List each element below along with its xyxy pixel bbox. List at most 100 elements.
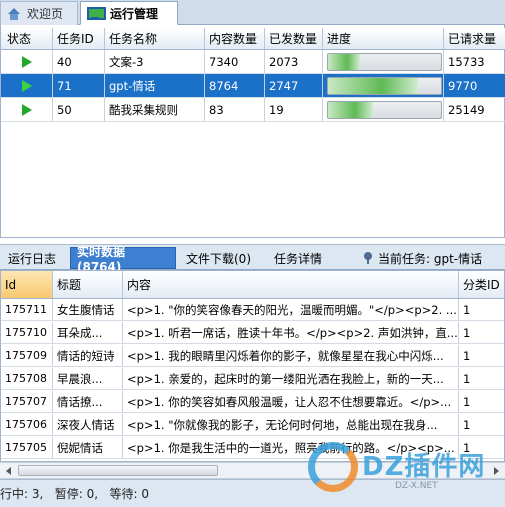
current-task-label: 当前任务: gpt-情话: [378, 251, 483, 266]
id-cell: 175710: [1, 322, 53, 343]
col-header-sent-count[interactable]: 已发数量: [265, 28, 323, 49]
category-cell: 1: [463, 394, 471, 409]
id-cell: 175709: [1, 345, 53, 366]
scrollbar-thumb[interactable]: [18, 465, 218, 476]
col-header-status[interactable]: 状态: [1, 28, 53, 49]
task-name-cell: gpt-情话: [105, 74, 205, 97]
col-header-category-id[interactable]: 分类ID: [459, 271, 504, 298]
category-cell: 1: [463, 371, 471, 386]
sent-count-cell: 2747: [265, 74, 323, 97]
task-id-cell: 40: [53, 50, 105, 73]
task-grid-header: 状态 任务ID 任务名称 内容数量 已发数量 进度 已请求量: [1, 28, 505, 50]
task-grid: 状态 任务ID 任务名称 内容数量 已发数量 进度 已请求量 40 文案-3 7…: [0, 25, 505, 238]
category-cell: 1: [463, 417, 471, 432]
requested-cell: 25149: [448, 102, 485, 117]
table-row[interactable]: 175709 情话的短诗 <p>1. 我的眼睛里闪烁着你的影子，就像星星在我心中…: [1, 345, 504, 367]
content-cell: <p>1. 亲爱的，起床时的第一缕阳光洒在我脸上，新的一天...: [123, 368, 459, 389]
tab-task-details[interactable]: 任务详情: [268, 247, 330, 269]
progress-bar: [327, 76, 442, 95]
requested-cell: 9770: [448, 78, 478, 93]
col-header-progress[interactable]: 进度: [323, 28, 444, 49]
status-bar: 行中: 3, 暂停: 0, 等待: 0: [0, 479, 505, 507]
progress-bar: [327, 100, 442, 119]
play-icon[interactable]: [21, 55, 32, 68]
tab-file-downloads[interactable]: 文件下载(0): [180, 247, 266, 269]
arrow-left-icon: [6, 466, 11, 475]
col-header-requested[interactable]: 已请求量: [444, 28, 505, 49]
col-header-task-id[interactable]: 任务ID: [53, 28, 105, 49]
tab-run-log[interactable]: 运行日志: [2, 247, 68, 269]
col-header-content-count[interactable]: 内容数量: [205, 28, 265, 49]
task-row[interactable]: 50 酷我采集规则 83 19 25149: [1, 98, 505, 122]
progress-cell: [323, 98, 444, 121]
progress-cell: [323, 50, 444, 73]
col-header-title[interactable]: 标题: [53, 271, 123, 298]
category-cell: 1: [463, 302, 471, 317]
requested-cell: 15733: [448, 54, 485, 69]
table-row[interactable]: 175710 耳朵成... <p>1. 听君一席话，胜读十年书。</p><p>2…: [1, 322, 504, 344]
content-cell: <p>1. "你就像我的影子，无论何时何地，总能出现在我身...: [123, 414, 459, 435]
content-cell: <p>1. 你的笑容如春风般温暖，让人忍不住想要靠近。</p>...: [123, 391, 459, 412]
status-cell: [1, 98, 53, 121]
bottom-tab-bar: 运行日志 实时数据(8764) 文件下载(0) 任务详情 当前任务: gpt-情…: [0, 244, 505, 274]
status-text: 行中: 3, 暂停: 0, 等待: 0: [0, 487, 149, 501]
arrow-right-icon: [494, 466, 499, 475]
id-cell: 175705: [1, 437, 53, 458]
task-id-cell: 71: [53, 74, 105, 97]
task-name-cell: 文案-3: [105, 50, 205, 73]
title-cell: 倪妮情话: [53, 437, 123, 458]
table-row[interactable]: 175707 情话撩... <p>1. 你的笑容如春风般温暖，让人忍不住想要靠近…: [1, 391, 504, 413]
task-row[interactable]: 40 文案-3 7340 2073 15733: [1, 50, 505, 74]
tab-welcome[interactable]: 欢迎页: [0, 1, 78, 25]
category-cell: 1: [463, 440, 471, 455]
progress-fill: [328, 53, 360, 70]
col-header-task-name[interactable]: 任务名称: [105, 28, 205, 49]
task-row-selected[interactable]: 71 gpt-情话 8764 2747 9770: [1, 74, 505, 98]
table-row[interactable]: 175706 深夜人情话 <p>1. "你就像我的影子，无论何时何地，总能出现在…: [1, 414, 504, 436]
content-count-cell: 7340: [205, 50, 265, 73]
progress-bar: [327, 52, 442, 71]
sent-count-cell: 19: [265, 98, 323, 121]
play-icon[interactable]: [21, 103, 32, 116]
table-row[interactable]: 175705 倪妮情话 <p>1. 你是我生活中的一道光，照亮我前行的路。</p…: [1, 437, 504, 459]
table-row[interactable]: 175711 女生腹情话 <p>1. "你的笑容像春天的阳光，温暖而明媚。"</…: [1, 299, 504, 321]
table-row[interactable]: 175708 早晨浪... <p>1. 亲爱的，起床时的第一缕阳光洒在我脸上，新…: [1, 368, 504, 390]
data-grid-header: Id 标题 内容 分类ID: [1, 271, 504, 299]
id-cell: 175706: [1, 414, 53, 435]
category-cell: 1: [463, 325, 471, 340]
content-cell: <p>1. 听君一席话，胜读十年书。</p><p>2. 声如洪钟，直...: [123, 322, 459, 343]
tab-realtime-data[interactable]: 实时数据(8764): [70, 245, 176, 274]
content-cell: <p>1. 你是我生活中的一道光，照亮我前行的路。</p><p>...: [123, 437, 459, 458]
progress-fill: [328, 101, 374, 118]
sent-count-cell: 2073: [265, 50, 323, 73]
col-header-id[interactable]: Id: [1, 271, 53, 298]
tab-welcome-label: 欢迎页: [27, 7, 64, 21]
current-task-indicator: 当前任务: gpt-情话: [358, 247, 505, 269]
col-header-content[interactable]: 内容: [123, 271, 459, 298]
task-name-cell: 酷我采集规则: [105, 98, 205, 121]
status-cell: [1, 74, 53, 97]
title-cell: 耳朵成...: [53, 322, 123, 343]
scroll-right-button[interactable]: [488, 463, 505, 478]
status-cell: [1, 50, 53, 73]
realtime-data-grid: Id 标题 内容 分类ID 175711 女生腹情话 <p>1. "你的笑容像春…: [0, 270, 505, 462]
top-tab-bar: 欢迎页 运行管理: [0, 0, 505, 25]
tab-run-management[interactable]: 运行管理: [80, 1, 178, 25]
title-cell: 深夜人情话: [53, 414, 123, 435]
content-count-cell: 83: [205, 98, 265, 121]
id-cell: 175707: [1, 391, 53, 412]
task-id-cell: 50: [53, 98, 105, 121]
title-cell: 情话撩...: [53, 391, 123, 412]
monitor-icon: [87, 6, 106, 20]
horizontal-scrollbar[interactable]: [0, 462, 505, 479]
home-icon: [7, 7, 21, 20]
id-cell: 175711: [1, 299, 53, 320]
progress-fill: [328, 77, 419, 94]
title-cell: 情话的短诗: [53, 345, 123, 366]
title-cell: 早晨浪...: [53, 368, 123, 389]
location-pin-icon: [364, 252, 373, 264]
play-icon[interactable]: [21, 79, 32, 92]
progress-cell: [323, 74, 444, 97]
title-cell: 女生腹情话: [53, 299, 123, 320]
scroll-left-button[interactable]: [0, 463, 17, 478]
